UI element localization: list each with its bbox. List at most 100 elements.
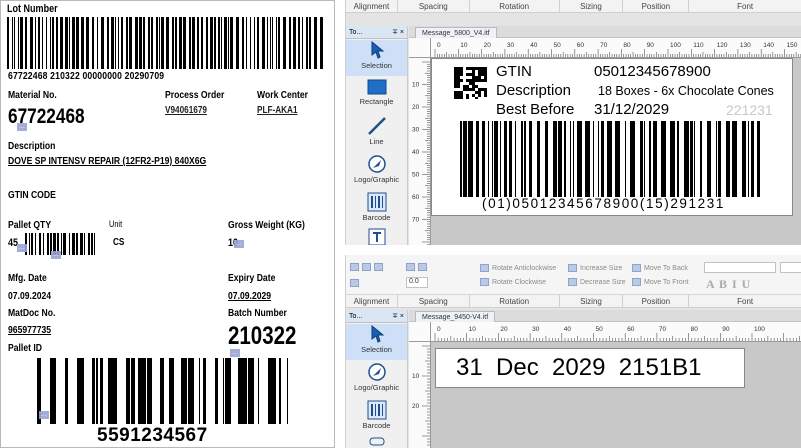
align-center-icon [362, 263, 371, 271]
ribbon-group-spacing: Spacing [398, 0, 470, 12]
label-design-area[interactable]: GTIN 05012345678900 Description 18 Boxes… [431, 58, 793, 216]
ruler-tick-label: 50 [412, 172, 420, 179]
design-canvas-2[interactable]: 31 Dec 2029 2151B1 [431, 342, 801, 448]
tool-selection-2[interactable]: Selection [346, 324, 407, 360]
tool-line-label: Line [369, 137, 384, 146]
pin-icon[interactable]: ∓ [392, 313, 398, 320]
ruler-tick-label: 120 [717, 42, 728, 49]
close-icon[interactable]: × [400, 29, 404, 36]
vertical-ruler-2: 10 20 [409, 342, 431, 448]
rotate-clockwise-button[interactable]: Rotate Clockwise [480, 278, 546, 286]
document-tab[interactable]: Message_5800_V4.itf [415, 27, 497, 38]
text-icon [368, 228, 385, 245]
ruler-tick-label: 90 [722, 326, 730, 333]
tool-text[interactable] [346, 228, 407, 245]
barcode-icon [367, 192, 386, 212]
font-size-select[interactable] [780, 262, 801, 273]
unit-value: CS [113, 237, 125, 248]
ruler-tick-label: 150 [787, 42, 798, 49]
best-before-faint-value: 221231 [726, 102, 773, 118]
decrease-size-icon [568, 278, 577, 286]
ruler-tick-label: 0 [437, 42, 441, 49]
increase-size-icon [568, 264, 577, 272]
pallet-id-barcode [37, 358, 288, 424]
gs1-barcode-text: (01)05012345678900(15)291231 [482, 196, 725, 211]
tool-more-2[interactable] [346, 436, 407, 448]
ruler-tick-label: 20 [412, 403, 420, 410]
line-icon [367, 117, 386, 135]
gtin-value: 05012345678900 [594, 63, 711, 80]
toolbox-panel-header-2[interactable]: To... ∓ × [346, 310, 407, 323]
material-field-tag[interactable]: ... [17, 123, 27, 131]
gross-weight-label: Gross Weight (KG) [228, 219, 305, 231]
move-to-front-label: Move To Front [644, 278, 689, 286]
description-value-field: 18 Boxes - 6x Chocolate Cones [598, 84, 774, 98]
mfg-date-value: 07.09.2024 [8, 290, 52, 302]
toolbox-panel-2: To... ∓ × Selection Logo/Graphic Barcode [346, 310, 408, 448]
tool-logo-graphic-label: Logo/Graphic [353, 175, 400, 184]
font-name-select[interactable] [704, 262, 776, 273]
ruler-tick-label: 10 [460, 42, 468, 49]
ruler-tick-label: 40 [412, 149, 420, 156]
tool-selection[interactable]: Selection [346, 40, 407, 76]
tool-barcode-label: Barcode [362, 213, 391, 222]
pallet-qty-field-tag-2[interactable]: ... [51, 251, 61, 259]
spacing-icon [406, 263, 415, 271]
gtin-code-label: GTIN CODE [8, 189, 56, 201]
ruler-tick-label: 0 [437, 326, 441, 333]
horizontal-ruler-2: 0 10 20 30 40 50 60 70 80 90 100 [431, 322, 801, 342]
increase-size-button[interactable]: Increase Size [568, 264, 622, 272]
ribbon-group-alignment: Alignment [346, 295, 398, 307]
ruler-tick-label: 140 [763, 42, 774, 49]
font-style-buttons[interactable]: A B I U [706, 277, 751, 292]
design-canvas[interactable]: GTIN 05012345678900 Description 18 Boxes… [431, 58, 801, 245]
date-batch-text: 31 Dec 2029 2151B1 [456, 354, 702, 381]
ruler-corner [409, 38, 431, 58]
tool-barcode[interactable]: Barcode [346, 192, 407, 226]
toolbox-panel-header[interactable]: To... ∓ × [346, 26, 407, 39]
ruler-tick-label: 20 [484, 42, 492, 49]
lot-number-barcode [7, 17, 323, 69]
tool-logo-graphic-2[interactable]: Logo/Graphic [346, 362, 407, 398]
ribbon-group-sizing: Sizing [560, 0, 624, 12]
decrease-size-button[interactable]: Decrease Size [568, 278, 626, 286]
pin-icon[interactable]: ∓ [392, 29, 398, 36]
ribbon-group-position: Position [623, 0, 690, 12]
move-to-back-button[interactable]: Move To Back [632, 264, 688, 272]
document-tab-2[interactable]: Message_9450-V4.itf [415, 311, 496, 322]
date-text-field[interactable]: 31 Dec 2029 2151B1 [435, 348, 745, 388]
ruler-tick-label: 60 [412, 194, 420, 201]
tool-rectangle[interactable]: Rectangle [346, 78, 407, 114]
distribute-icon [350, 279, 359, 287]
tool-line[interactable]: Line [346, 116, 407, 152]
horizontal-ruler: 0 10 20 30 40 50 60 70 80 90 100 110 120 130 140 150 [431, 38, 801, 58]
lot-number-text: 67722468 210322 00000000 20290709 [8, 70, 165, 82]
description-key: Description [496, 82, 572, 99]
tool-barcode-2[interactable]: Barcode [346, 400, 407, 436]
distribute-buttons[interactable] [350, 279, 359, 287]
close-icon[interactable]: × [400, 313, 404, 320]
rounded-rect-icon [369, 437, 384, 446]
work-center-label: Work Center [257, 89, 309, 101]
batch-field-tag[interactable]: ... [230, 349, 240, 357]
description-label: Description [8, 140, 56, 152]
batch-number-label: Batch Number [228, 307, 287, 319]
spacing-input[interactable]: 0.0 [406, 277, 428, 288]
ruler-tick-label: 90 [647, 42, 655, 49]
ruler-tick-label: 50 [596, 326, 604, 333]
ruler-tick-label: 80 [691, 326, 699, 333]
pointer-arrow-icon [371, 324, 384, 343]
matdoc-label: MatDoc No. [8, 307, 56, 319]
ruler-corner-2 [409, 322, 431, 342]
spacing-buttons[interactable] [406, 263, 427, 271]
move-to-front-button[interactable]: Move To Front [632, 278, 689, 286]
ruler-tick-label: 20 [412, 104, 420, 111]
rotate-anticlockwise-button[interactable]: Rotate Anticlockwise [480, 264, 556, 272]
pointer-arrow-icon [371, 40, 384, 59]
align-buttons[interactable] [350, 263, 383, 271]
pallet-id-field-tag[interactable]: ... [39, 411, 49, 419]
pallet-qty-field-tag[interactable]: ... [17, 244, 27, 252]
tool-logo-graphic[interactable]: Logo/Graphic [346, 154, 407, 190]
logo-graphic-icon [367, 363, 386, 381]
gross-weight-field-tag[interactable]: ... [234, 240, 244, 248]
